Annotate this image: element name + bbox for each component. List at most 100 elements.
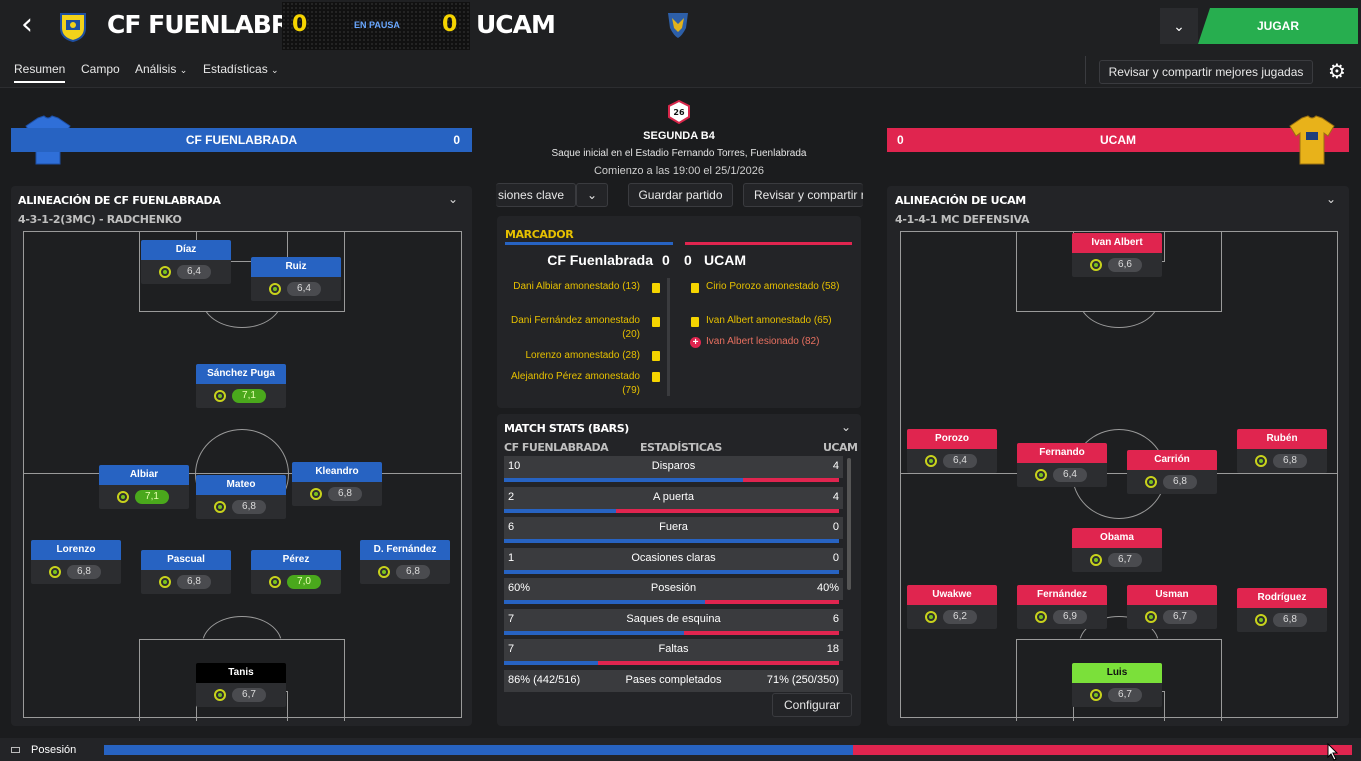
player-name: Sánchez Puga: [196, 364, 286, 384]
player-rating-row: 6,9: [1017, 605, 1107, 629]
scoreboard-title: MARCADOR: [505, 228, 574, 241]
away-team-name[interactable]: UCAM: [476, 10, 556, 39]
home-crest-icon: [60, 13, 86, 42]
venue-info: Saque inicial en el Estadio Fernando Tor…: [551, 148, 807, 159]
condition-icon: [159, 576, 171, 588]
sub-navigation: Resumen Campo Análisis ⌄ Estadísticas ⌄ …: [0, 52, 1361, 88]
stat-row: 2A puerta 4: [504, 486, 843, 509]
scoreboard-away-name: UCAM: [704, 252, 746, 268]
match-screen: ‹ CF FUENLABRADA 0 EN PAUSA 0 UCAM ⌄ JUG…: [0, 0, 1361, 761]
scoreboard-display: 0 EN PAUSA 0: [282, 2, 470, 50]
stat-bar: [504, 539, 839, 543]
condition-icon: [214, 689, 226, 701]
scoreboard-home-name: CF Fuenlabrada: [547, 252, 653, 268]
player-card[interactable]: Porozo 6,4: [907, 429, 997, 473]
stat-bar: [504, 508, 839, 513]
share-highlights-button[interactable]: Revisar y compartir mejores jugadas: [1099, 60, 1313, 84]
home-event: Alejandro Pérez amonestado (79): [511, 371, 640, 396]
stats-scrollbar[interactable]: [847, 458, 851, 590]
possession-home-fill: [104, 745, 853, 755]
chevron-down-icon[interactable]: ⌄: [1326, 192, 1336, 206]
player-rating-row: 6,8: [141, 570, 231, 594]
player-card[interactable]: Kleandro 6,8: [292, 462, 382, 506]
gear-icon[interactable]: ⚙: [1324, 58, 1350, 84]
player-card[interactable]: Pérez 7,0: [251, 550, 341, 594]
tab-resumen[interactable]: Resumen: [14, 62, 66, 83]
player-card[interactable]: Fernando 6,4: [1017, 443, 1107, 487]
configure-button[interactable]: Configurar: [772, 693, 852, 717]
player-card[interactable]: Pascual 6,8: [141, 550, 231, 594]
player-card[interactable]: Rubén 6,8: [1237, 429, 1327, 473]
condition-icon: [159, 266, 171, 278]
chevron-down-icon[interactable]: ⌄: [448, 192, 458, 206]
player-rating-row: 6,8: [292, 482, 382, 506]
tab-analisis[interactable]: Análisis ⌄: [135, 62, 187, 76]
player-rating-row: 6,7: [1127, 605, 1217, 629]
away-banner-name: UCAM: [1100, 133, 1136, 147]
condition-icon: [1145, 611, 1157, 623]
player-card[interactable]: Usman 6,7: [1127, 585, 1217, 629]
chevron-down-icon[interactable]: ⌄: [576, 183, 608, 207]
condition-icon: [269, 283, 281, 295]
player-name: Pérez: [251, 550, 341, 570]
stat-bar-away: [743, 478, 839, 482]
player-rating-row: 6,8: [1237, 449, 1327, 473]
yellow-card-icon: [652, 283, 660, 293]
player-card[interactable]: Carrión 6,8: [1127, 450, 1217, 494]
stat-bar-home: [504, 539, 839, 543]
player-name: Obama: [1072, 528, 1162, 548]
key-chances-button[interactable]: siones clave: [496, 183, 576, 207]
player-rating: 6,2: [943, 610, 977, 624]
divider: [1085, 56, 1086, 84]
player-card[interactable]: Lorenzo 6,8: [31, 540, 121, 584]
player-card[interactable]: Obama 6,7: [1072, 528, 1162, 572]
stat-row: 10 Disparos 4: [504, 456, 843, 478]
player-card[interactable]: Tanis 6,7: [196, 663, 286, 707]
back-arrow-icon[interactable]: ‹: [14, 10, 40, 41]
stat-away-value: 18: [826, 643, 839, 655]
player-card[interactable]: Díaz 6,4: [141, 240, 231, 284]
player-rating: 6,7: [1163, 610, 1197, 624]
player-rating: 6,4: [943, 454, 977, 468]
away-event: Ivan Albert lesionado (82): [706, 336, 820, 347]
player-name: Albiar: [99, 465, 189, 485]
player-rating: 6,8: [67, 565, 101, 579]
player-rating-row: 6,4: [907, 449, 997, 473]
stat-away-value: 4: [832, 460, 839, 472]
player-name: Luis: [1072, 663, 1162, 683]
stat-bar-away: [597, 661, 839, 665]
stat-bar-away: [615, 508, 839, 513]
player-card[interactable]: Sánchez Puga 7,1: [196, 364, 286, 408]
player-card[interactable]: D. Fernández 6,8: [360, 540, 450, 584]
scoreboard-home-score: 0: [662, 252, 670, 268]
stat-away-value: 6: [832, 612, 839, 625]
condition-icon: [1255, 614, 1267, 626]
player-card[interactable]: Ruiz 6,4: [251, 257, 341, 301]
player-card[interactable]: Albiar 7,1: [99, 465, 189, 509]
injury-icon: +: [690, 337, 701, 348]
play-button[interactable]: JUGAR: [1198, 8, 1358, 44]
player-name: Usman: [1127, 585, 1217, 605]
chevron-down-icon[interactable]: ⌄: [1160, 8, 1198, 44]
tab-analisis-label: Análisis: [135, 62, 177, 76]
tab-campo[interactable]: Campo: [81, 62, 120, 76]
player-rating: 6,6: [1108, 258, 1142, 272]
player-card[interactable]: Rodríguez 6,8: [1237, 588, 1327, 632]
chevron-down-icon[interactable]: ⌄: [841, 420, 851, 434]
player-card[interactable]: Mateo 6,8: [196, 475, 286, 519]
player-rating-row: 7,0: [251, 570, 341, 594]
tab-estadisticas[interactable]: Estadísticas ⌄: [203, 62, 279, 76]
share-button[interactable]: Revisar y compartir r: [743, 183, 863, 207]
player-rating: 7,0: [287, 575, 321, 589]
condition-icon: [214, 501, 226, 513]
player-card[interactable]: Uwakwe 6,2: [907, 585, 997, 629]
player-card[interactable]: Ivan Albert 6,6: [1072, 233, 1162, 277]
player-card[interactable]: Luis 6,7: [1072, 663, 1162, 707]
player-card[interactable]: Fernández 6,9: [1017, 585, 1107, 629]
player-name: Mateo: [196, 475, 286, 495]
save-match-button[interactable]: Guardar partido: [628, 183, 733, 207]
stat-row: 7 Saques de esquina 6: [504, 608, 843, 631]
player-rating-row: 6,6: [1072, 253, 1162, 277]
stat-bar-home: [504, 478, 744, 482]
player-rating: 6,8: [1273, 454, 1307, 468]
